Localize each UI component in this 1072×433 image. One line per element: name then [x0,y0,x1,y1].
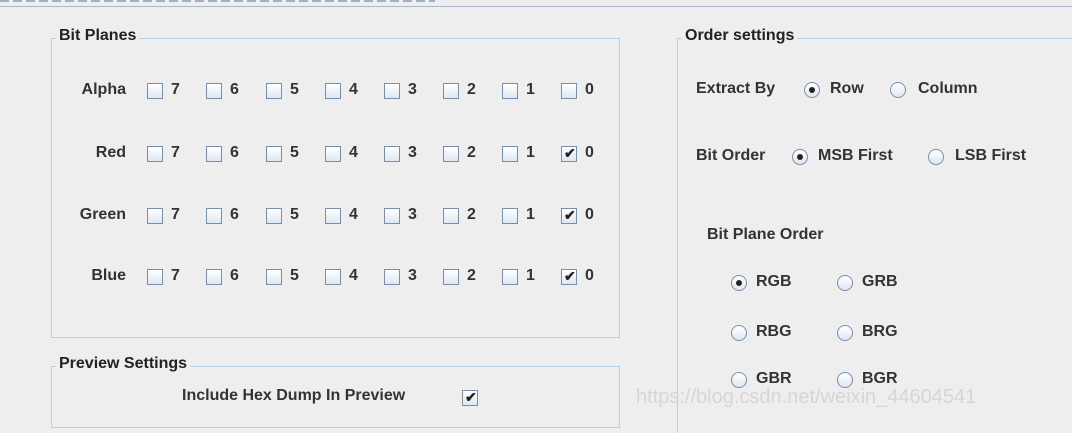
blue-bit-4-label: 4 [349,267,358,284]
red-bit-0-checkbox[interactable] [561,145,577,162]
extract-by-row-radio[interactable] [804,82,820,98]
hex-dump-checkbox[interactable] [462,389,478,406]
alpha-bit-4-checkbox[interactable] [325,83,341,99]
green-bit-0-label: 0 [585,206,594,223]
green-bit-0-checkbox[interactable] [561,207,577,224]
bit-plane-order-grb-label: GRB [862,273,898,290]
bit-plane-order-rgb-label: RGB [756,273,792,290]
blue-bit-2-label: 2 [467,267,476,284]
bit-planes-title: Bit Planes [56,27,140,45]
bit-order-lsb-label: LSB First [955,147,1027,164]
red-bit-7-checkbox[interactable] [147,146,163,162]
blue-bit-3-checkbox[interactable] [384,269,400,285]
bit-row-label-green: Green [79,206,126,223]
watermark-text: https://blog.csdn.net/weixin_44604541 [636,386,977,408]
blue-bit-6-checkbox[interactable] [206,269,222,285]
extract-by-row-label: Row [830,80,864,97]
green-bit-6-checkbox[interactable] [206,208,222,224]
blue-bit-3-label: 3 [408,267,417,284]
blue-bit-0-checkbox[interactable] [561,268,577,285]
blue-bit-5-label: 5 [290,267,299,284]
blue-bit-5-checkbox[interactable] [266,269,282,285]
preview-settings-title: Preview Settings [56,355,191,373]
green-bit-4-label: 4 [349,206,358,223]
red-bit-3-label: 3 [408,144,417,161]
alpha-bit-3-label: 3 [408,81,417,98]
bit-plane-order-label: Bit Plane Order [707,226,824,243]
blue-bit-2-checkbox[interactable] [443,269,459,285]
green-bit-4-checkbox[interactable] [325,208,341,224]
bit-plane-order-rgb-radio[interactable] [731,275,747,291]
bit-order-lsb-radio[interactable] [928,149,944,165]
extract-by-label: Extract By [696,80,776,97]
alpha-bit-5-label: 5 [290,81,299,98]
alpha-bit-6-checkbox[interactable] [206,83,222,99]
alpha-bit-3-checkbox[interactable] [384,83,400,99]
red-bit-6-checkbox[interactable] [206,146,222,162]
extract-by-column-radio[interactable] [890,82,906,98]
extract-by-column-label: Column [918,80,978,97]
green-bit-2-checkbox[interactable] [443,208,459,224]
bit-order-label: Bit Order [696,147,766,164]
alpha-bit-7-checkbox[interactable] [147,83,163,99]
red-bit-4-label: 4 [349,144,358,161]
bit-plane-order-brg-radio[interactable] [837,325,853,341]
green-bit-5-label: 5 [290,206,299,223]
red-bit-4-checkbox[interactable] [325,146,341,162]
alpha-bit-1-label: 1 [526,81,535,98]
red-bit-3-checkbox[interactable] [384,146,400,162]
blue-bit-7-label: 7 [171,267,180,284]
bit-plane-order-rbg-radio[interactable] [731,325,747,341]
green-bit-3-checkbox[interactable] [384,208,400,224]
green-bit-1-label: 1 [526,206,535,223]
blue-bit-6-label: 6 [230,267,239,284]
bit-row-label-blue: Blue [91,267,126,284]
bit-plane-order-brg-label: BRG [862,323,898,340]
green-bit-7-label: 7 [171,206,180,223]
blue-bit-1-checkbox[interactable] [502,269,518,285]
top-window-edge [0,0,1072,7]
alpha-bit-2-checkbox[interactable] [443,83,459,99]
red-bit-2-checkbox[interactable] [443,146,459,162]
bit-row-label-red: Red [95,144,126,161]
alpha-bit-6-label: 6 [230,81,239,98]
bit-row-label-alpha: Alpha [81,81,126,98]
red-bit-0-label: 0 [585,144,594,161]
red-bit-5-label: 5 [290,144,299,161]
bit-order-msb-label: MSB First [818,147,893,164]
blue-bit-0-label: 0 [585,267,594,284]
blue-bit-7-checkbox[interactable] [147,269,163,285]
green-bit-2-label: 2 [467,206,476,223]
green-bit-6-label: 6 [230,206,239,223]
green-bit-3-label: 3 [408,206,417,223]
alpha-bit-0-label: 0 [585,81,594,98]
red-bit-6-label: 6 [230,144,239,161]
alpha-bit-0-checkbox[interactable] [561,83,577,99]
red-bit-2-label: 2 [467,144,476,161]
red-bit-7-label: 7 [171,144,180,161]
order-settings-title: Order settings [682,27,798,45]
alpha-bit-4-label: 4 [349,81,358,98]
alpha-bit-7-label: 7 [171,81,180,98]
green-bit-7-checkbox[interactable] [147,208,163,224]
alpha-bit-5-checkbox[interactable] [266,83,282,99]
green-bit-5-checkbox[interactable] [266,208,282,224]
alpha-bit-1-checkbox[interactable] [502,83,518,99]
bit-plane-order-grb-radio[interactable] [837,275,853,291]
top-dashed-strip [0,0,435,2]
bit-plane-order-rbg-label: RBG [756,323,792,340]
green-bit-1-checkbox[interactable] [502,208,518,224]
red-bit-1-label: 1 [526,144,535,161]
bit-order-msb-radio[interactable] [792,149,808,165]
blue-bit-1-label: 1 [526,267,535,284]
blue-bit-4-checkbox[interactable] [325,269,341,285]
red-bit-5-checkbox[interactable] [266,146,282,162]
alpha-bit-2-label: 2 [467,81,476,98]
hex-dump-label: Include Hex Dump In Preview [182,387,406,404]
red-bit-1-checkbox[interactable] [502,146,518,162]
